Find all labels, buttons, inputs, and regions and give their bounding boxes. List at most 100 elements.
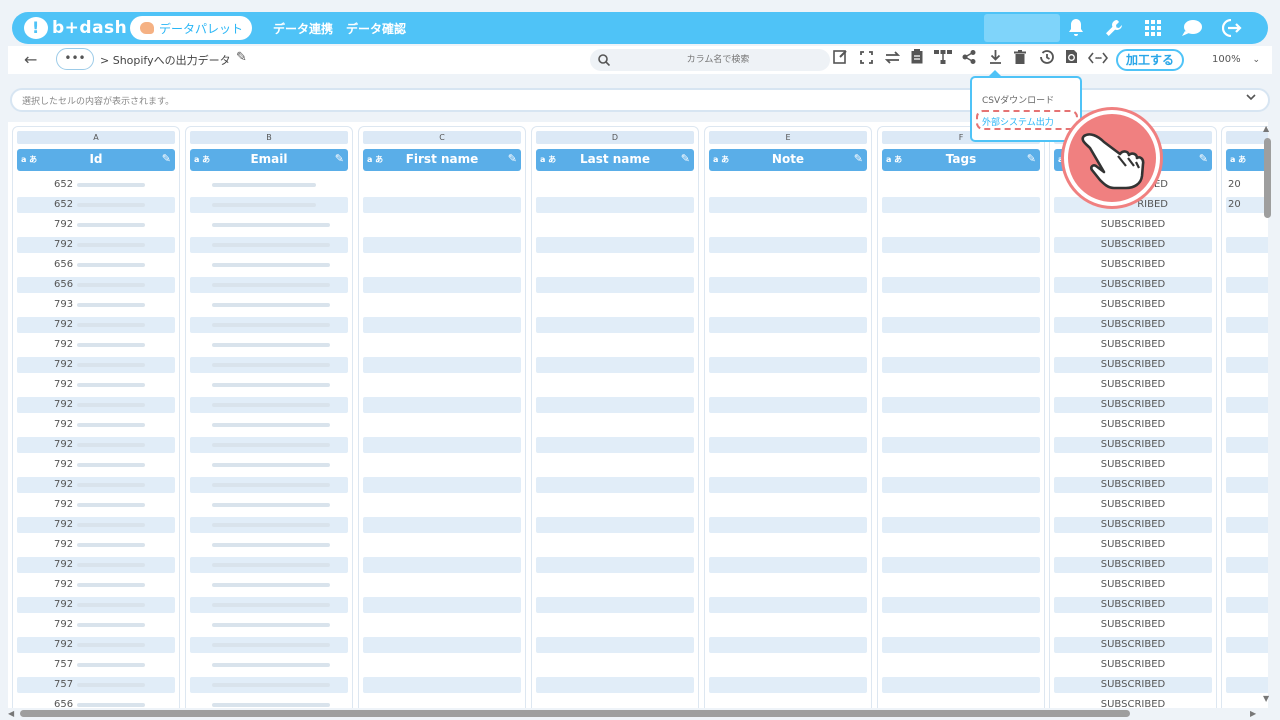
table-cell[interactable]: 792 [17,317,175,333]
table-cell[interactable] [536,357,694,373]
table-cell[interactable] [1226,477,1268,493]
table-cell[interactable] [882,637,1040,653]
table-cell[interactable] [363,497,521,513]
table-cell[interactable] [190,677,348,693]
column-letter[interactable]: E [709,131,867,144]
nav-data-check[interactable]: データ確認 [346,20,406,37]
table-cell[interactable] [882,417,1040,433]
table-cell[interactable]: 792 [17,577,175,593]
table-cell[interactable] [1226,377,1268,393]
hierarchy-icon[interactable] [933,49,953,71]
table-cell[interactable] [709,177,867,193]
table-cell[interactable]: 792 [17,617,175,633]
table-cell[interactable] [882,697,1040,708]
table-cell[interactable] [536,557,694,573]
fullscreen-icon[interactable] [856,49,876,71]
table-cell[interactable] [190,197,348,213]
table-cell[interactable] [882,677,1040,693]
table-cell[interactable] [882,257,1040,273]
brand-logo[interactable]: b+dash [24,16,127,40]
table-cell[interactable] [882,437,1040,453]
edit-column-icon[interactable]: ✎ [162,152,171,165]
table-cell[interactable]: SUBSCRIBED [1054,457,1212,473]
table-cell[interactable]: 652 [17,197,175,213]
table-cell[interactable] [536,237,694,253]
edit-column-icon[interactable]: ✎ [1027,152,1036,165]
table-cell[interactable] [1226,697,1268,708]
table-cell[interactable]: 792 [17,457,175,473]
table-cell[interactable]: SUBSCRIBED [1054,297,1212,313]
table-cell[interactable] [709,337,867,353]
wrench-icon[interactable] [1102,16,1126,40]
edit-column-icon[interactable]: ✎ [854,152,863,165]
table-cell[interactable] [1226,257,1268,273]
table-cell[interactable] [363,697,521,708]
table-cell[interactable] [882,617,1040,633]
table-cell[interactable]: SUBSCRIBED [1054,577,1212,593]
table-cell[interactable] [190,277,348,293]
table-cell[interactable] [882,317,1040,333]
table-cell[interactable] [363,597,521,613]
column-header[interactable]: a あC✎ [1226,149,1268,171]
table-cell[interactable]: 792 [17,357,175,373]
table-cell[interactable]: 792 [17,397,175,413]
table-cell[interactable] [190,637,348,653]
table-cell[interactable] [882,657,1040,673]
table-cell[interactable] [363,217,521,233]
nav-data-integration[interactable]: データ連携 [273,20,333,37]
table-cell[interactable]: SUBSCRIBED [1054,337,1212,353]
table-cell[interactable] [709,377,867,393]
more-button[interactable]: ••• [56,48,94,70]
table-cell[interactable] [882,497,1040,513]
table-cell[interactable] [709,297,867,313]
scroll-down-icon[interactable]: ▼ [1263,694,1269,703]
table-cell[interactable] [363,677,521,693]
table-cell[interactable] [363,197,521,213]
table-cell[interactable] [1226,317,1268,333]
table-cell[interactable] [536,417,694,433]
table-cell[interactable] [536,617,694,633]
table-cell[interactable] [363,577,521,593]
table-cell[interactable]: SUBSCRIBED [1054,437,1212,453]
table-cell[interactable]: SUBSCRIBED [1054,537,1212,553]
chevron-down-icon[interactable] [1246,93,1256,104]
table-cell[interactable] [190,257,348,273]
table-cell[interactable]: SUBSCRIBED [1054,557,1212,573]
code-icon[interactable] [1086,49,1110,71]
table-cell[interactable]: 792 [17,597,175,613]
table-cell[interactable] [190,177,348,193]
table-cell[interactable]: 20 [1226,197,1268,213]
table-cell[interactable] [709,497,867,513]
table-cell[interactable] [190,597,348,613]
column-header[interactable]: a あ Tags ✎ [882,149,1040,171]
table-cell[interactable] [190,217,348,233]
grid-icon[interactable] [1141,16,1165,40]
table-cell[interactable] [536,657,694,673]
table-cell[interactable]: SUBSCRIBED [1054,517,1212,533]
table-cell[interactable] [709,237,867,253]
table-cell[interactable] [536,597,694,613]
table-cell[interactable] [709,277,867,293]
table-cell[interactable] [882,557,1040,573]
table-cell[interactable] [709,197,867,213]
column-letter[interactable]: C [363,131,521,144]
table-cell[interactable] [536,457,694,473]
table-cell[interactable]: 792 [17,337,175,353]
share-icon[interactable] [959,49,979,71]
table-cell[interactable] [882,517,1040,533]
table-cell[interactable] [190,437,348,453]
table-cell[interactable]: SUBSCRIBED [1054,657,1212,673]
table-cell[interactable] [709,417,867,433]
table-cell[interactable] [882,537,1040,553]
table-cell[interactable] [709,697,867,708]
table-cell[interactable] [1226,617,1268,633]
table-cell[interactable] [190,517,348,533]
scroll-up-icon[interactable]: ▲ [1263,124,1269,133]
table-cell[interactable] [1226,497,1268,513]
table-cell[interactable]: 792 [17,537,175,553]
table-cell[interactable] [709,637,867,653]
table-cell[interactable]: 792 [17,497,175,513]
table-cell[interactable] [190,417,348,433]
table-cell[interactable] [709,617,867,633]
table-cell[interactable] [709,657,867,673]
